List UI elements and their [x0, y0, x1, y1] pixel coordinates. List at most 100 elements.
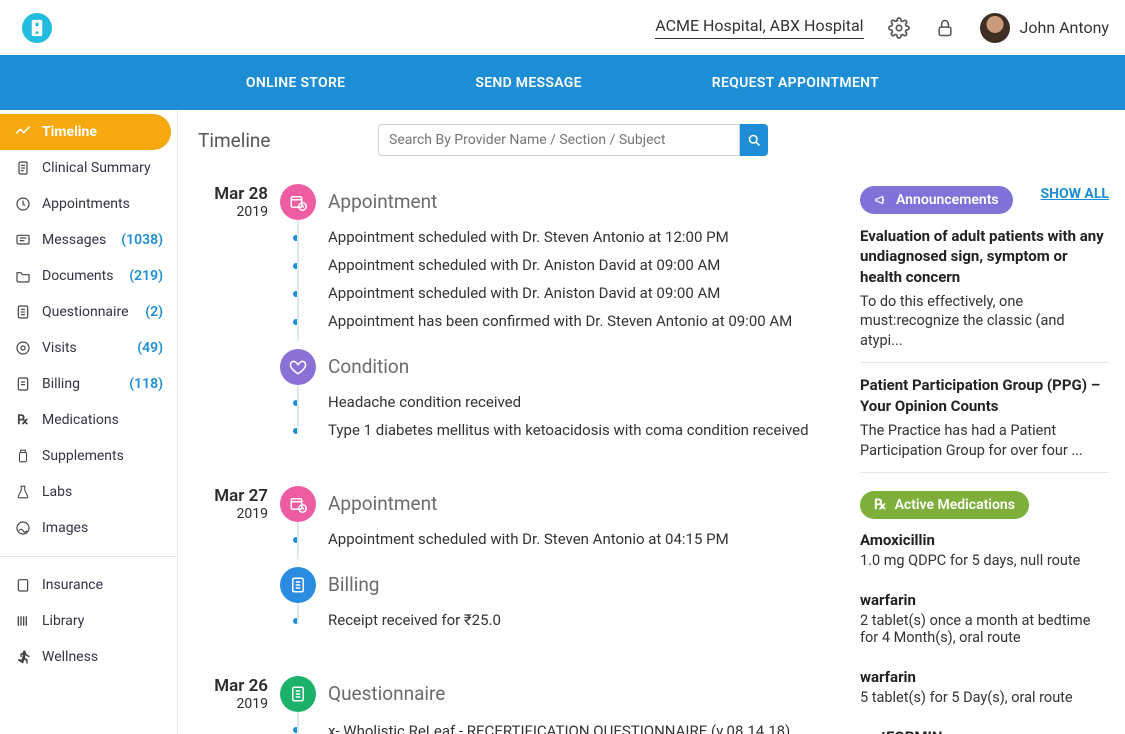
medication-dose: 5 tablet(s) for 5 Day(s), oral route — [860, 689, 1109, 706]
sidebar-item-label: Labs — [42, 484, 72, 500]
sidebar-item-supplements[interactable]: Supplements — [0, 438, 177, 474]
announcement-body: The Practice has had a Patient Participa… — [860, 421, 1109, 460]
search-button[interactable] — [740, 124, 768, 156]
timeline-day: Mar 27 2019 Appointment Appointment sche… — [198, 486, 840, 648]
announcement-title: Patient Participation Group (PPG) – Your… — [860, 375, 1109, 416]
billing-icon — [14, 375, 32, 393]
medication-name: warfarin — [860, 591, 1109, 609]
sidebar-item-label: Billing — [42, 376, 80, 392]
sidebar-item-messages[interactable]: Messages (1038) — [0, 222, 177, 258]
timeline-section-questionnaire: Questionnaire x- Wholistic ReLeaf - RECE… — [280, 676, 840, 734]
insurance-icon — [14, 576, 32, 594]
nav-send-message[interactable]: SEND MESSAGE — [475, 75, 581, 91]
timeline-entry[interactable]: Appointment scheduled with Dr. Aniston D… — [328, 279, 840, 307]
nav-request-appointment[interactable]: REQUEST APPOINTMENT — [712, 75, 879, 91]
timeline-entry[interactable]: Receipt received for ₹25.0 — [328, 606, 840, 634]
sidebar-item-clinical-summary[interactable]: Clinical Summary — [0, 150, 177, 186]
sidebar: Timeline Clinical Summary Appointments M… — [0, 110, 178, 734]
facility-selector[interactable]: ACME Hospital, ABX Hospital — [655, 16, 863, 39]
timeline-day: Mar 26 2019 Questionnaire x- Wholistic R… — [198, 676, 840, 734]
sidebar-item-images[interactable]: Images — [0, 510, 177, 546]
flask-icon — [14, 483, 32, 501]
pill-label: Active Medications — [895, 497, 1015, 513]
badge-count: (49) — [137, 340, 163, 356]
lock-icon[interactable] — [934, 17, 956, 39]
bottle-icon — [14, 447, 32, 465]
timeline-date: Mar 28 — [198, 184, 268, 204]
timeline-entry[interactable]: x- Wholistic ReLeaf - RECERTIFICATION QU… — [328, 715, 840, 734]
nav-online-store[interactable]: ONLINE STORE — [246, 75, 345, 91]
announcement-title: Evaluation of adult patients with any un… — [860, 226, 1109, 287]
search-input[interactable] — [378, 124, 740, 156]
sidebar-item-label: Images — [42, 520, 88, 536]
heart-icon — [280, 349, 316, 385]
sidebar-item-documents[interactable]: Documents (219) — [0, 258, 177, 294]
medication-item[interactable]: warfarin 5 tablet(s) for 5 Day(s), oral … — [860, 656, 1109, 716]
top-bar: ACME Hospital, ABX Hospital John Antony — [0, 0, 1125, 55]
medication-dose: 2 tablet(s) once a month at bedtime for … — [860, 612, 1109, 646]
right-panel: SHOW ALL Announcements Evaluation of adu… — [860, 164, 1125, 734]
timeline-date: Mar 27 — [198, 486, 268, 506]
message-icon — [14, 231, 32, 249]
sidebar-item-library[interactable]: Library — [0, 603, 177, 639]
announcement-body: To do this effectively, one must:recogni… — [860, 292, 1109, 351]
clipboard-icon — [14, 159, 32, 177]
show-all-link[interactable]: SHOW ALL — [1041, 186, 1109, 202]
timeline-entry[interactable]: Appointment scheduled with Dr. Aniston D… — [328, 251, 840, 279]
calendar-icon — [280, 486, 316, 522]
folder-icon — [14, 267, 32, 285]
sidebar-separator — [0, 556, 177, 557]
sidebar-item-label: Messages — [42, 232, 106, 248]
sidebar-item-label: Insurance — [42, 577, 103, 593]
page-title: Timeline — [198, 129, 378, 152]
badge-count: (1038) — [121, 232, 163, 248]
section-title: Condition — [328, 349, 840, 378]
medication-item[interactable]: Amoxicillin 1.0 mg QDPC for 5 days, null… — [860, 519, 1109, 579]
timeline-year: 2019 — [198, 204, 268, 220]
sidebar-item-medications[interactable]: ℞Medications — [0, 402, 177, 438]
section-title: Billing — [328, 567, 840, 596]
sidebar-item-insurance[interactable]: Insurance — [0, 567, 177, 603]
user-menu[interactable]: John Antony — [980, 13, 1109, 43]
clock-icon — [14, 195, 32, 213]
sidebar-item-labs[interactable]: Labs — [0, 474, 177, 510]
sidebar-item-billing[interactable]: Billing (118) — [0, 366, 177, 402]
sidebar-item-timeline[interactable]: Timeline — [0, 114, 171, 150]
timeline-entry[interactable]: Appointment has been confirmed with Dr. … — [328, 307, 840, 335]
sidebar-item-label: Visits — [42, 340, 77, 356]
primary-nav: ONLINE STORE SEND MESSAGE REQUEST APPOIN… — [0, 55, 1125, 110]
medication-item[interactable]: warfarin 2 tablet(s) once a month at bed… — [860, 579, 1109, 656]
form-icon — [14, 303, 32, 321]
announcement-item[interactable]: Evaluation of adult patients with any un… — [860, 214, 1109, 363]
medication-name: metFORMIN — [860, 728, 1109, 734]
sidebar-item-questionnaire[interactable]: Questionnaire (2) — [0, 294, 177, 330]
sidebar-item-wellness[interactable]: Wellness — [0, 639, 177, 675]
sidebar-item-visits[interactable]: Visits (49) — [0, 330, 177, 366]
visits-icon — [14, 339, 32, 357]
sidebar-item-label: Clinical Summary — [42, 160, 151, 176]
timeline-feed: Mar 28 2019 Appointment Appointment sche… — [178, 164, 860, 734]
pill-label: Announcements — [896, 192, 999, 208]
badge-count: (2) — [145, 304, 163, 320]
app-logo — [22, 13, 52, 43]
gear-icon[interactable] — [888, 17, 910, 39]
search-box — [378, 124, 768, 156]
library-icon — [14, 612, 32, 630]
medication-dose: 1.0 mg QDPC for 5 days, null route — [860, 552, 1109, 569]
announcement-item[interactable]: Patient Participation Group (PPG) – Your… — [860, 363, 1109, 473]
medication-item[interactable]: metFORMIN 1 tablet(s) , oral route — [860, 716, 1109, 734]
calendar-icon — [280, 184, 316, 220]
sidebar-item-appointments[interactable]: Appointments — [0, 186, 177, 222]
badge-count: (118) — [129, 376, 163, 392]
sidebar-item-label: Questionnaire — [42, 304, 129, 320]
receipt-icon — [280, 567, 316, 603]
timeline-entry[interactable]: Appointment scheduled with Dr. Steven An… — [328, 525, 840, 553]
form-icon — [280, 676, 316, 712]
timeline-section-billing: Billing Receipt received for ₹25.0 — [280, 567, 840, 634]
medication-name: warfarin — [860, 668, 1109, 686]
timeline-entry[interactable]: Appointment scheduled with Dr. Steven An… — [328, 223, 840, 251]
timeline-entry[interactable]: Headache condition received — [328, 388, 840, 416]
timeline-entry[interactable]: Type 1 diabetes mellitus with ketoacidos… — [328, 416, 840, 444]
badge-count: (219) — [129, 268, 163, 284]
section-title: Questionnaire — [328, 676, 840, 705]
